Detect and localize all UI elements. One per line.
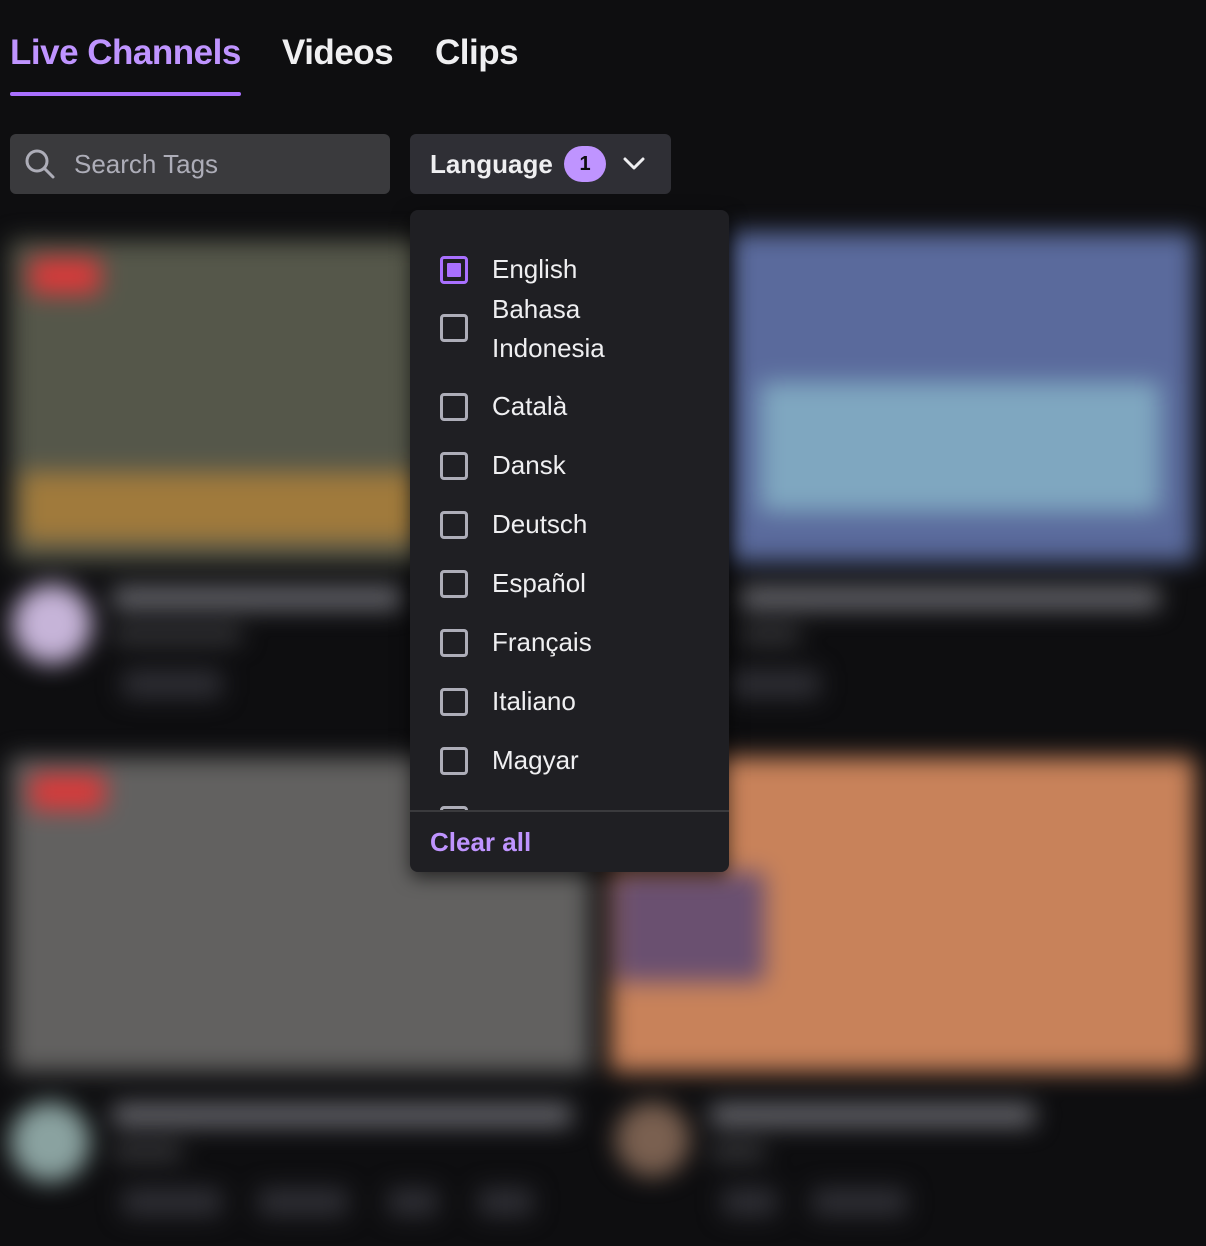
live-badge [30,774,105,810]
tag-pill[interactable] [122,670,222,698]
language-option-label: Français [492,627,592,657]
active-tab-indicator [10,92,241,96]
language-option-label: Español [492,568,586,598]
checkbox-checked[interactable] [440,256,468,284]
language-dropdown: English Bahasa Indonesia Català Dansk De… [410,210,729,872]
language-filter-label: Language [430,149,553,179]
stream-title[interactable] [112,587,402,609]
stream-title[interactable] [710,1104,1035,1126]
channel-name[interactable] [112,627,242,643]
tag-pill[interactable] [258,1188,348,1216]
language-option-label: Català [492,391,568,421]
search-icon [25,149,55,179]
stream-title[interactable] [112,1104,572,1126]
language-filter-button[interactable]: Language 1 [410,134,671,194]
tag-pill[interactable] [388,1188,438,1216]
tag-pill[interactable] [722,1188,777,1216]
search-tags-input[interactable] [74,134,374,194]
dropdown-divider [410,810,729,812]
search-tags-box[interactable] [10,134,390,194]
tag-pill[interactable] [122,1188,222,1216]
language-count-badge: 1 [564,146,606,182]
language-option-label: Deutsch [492,509,588,539]
language-option-label: Bahasa Indonesia [492,294,605,363]
tab-live-channels[interactable]: Live Channels [10,30,241,76]
language-options-list[interactable]: English Bahasa Indonesia Català Dansk De… [410,210,729,810]
channel-name[interactable] [740,627,800,643]
language-option-label: Italiano [492,686,576,716]
checkbox[interactable] [440,570,468,598]
checkbox[interactable] [440,629,468,657]
tag-pill[interactable] [730,670,820,698]
checkbox[interactable] [440,314,468,342]
thumbnail-overlay [760,382,1160,512]
tag-pill[interactable] [812,1188,907,1216]
channel-name[interactable] [710,1144,765,1160]
language-option-label: Magyar [492,745,579,775]
checkbox[interactable] [440,511,468,539]
chevron-down-icon [623,157,645,170]
tag-pill[interactable] [478,1188,533,1216]
tab-clips[interactable]: Clips [435,30,519,76]
channel-name[interactable] [112,1144,182,1160]
avatar[interactable] [12,584,92,664]
checkbox[interactable] [440,393,468,421]
live-badge [30,258,100,294]
checkbox[interactable] [440,688,468,716]
tab-videos[interactable]: Videos [282,30,394,76]
clear-all-button[interactable]: Clear all [430,827,531,858]
avatar[interactable] [10,1102,90,1182]
checkbox[interactable] [440,452,468,480]
stream-title[interactable] [740,587,1160,609]
thumbnail-overlay [615,872,765,982]
checkbox[interactable] [440,747,468,775]
language-option-label: English [492,254,578,284]
avatar[interactable] [615,1102,690,1177]
language-option-label: Dansk [492,450,566,480]
thumbnail-overlay [20,472,420,542]
